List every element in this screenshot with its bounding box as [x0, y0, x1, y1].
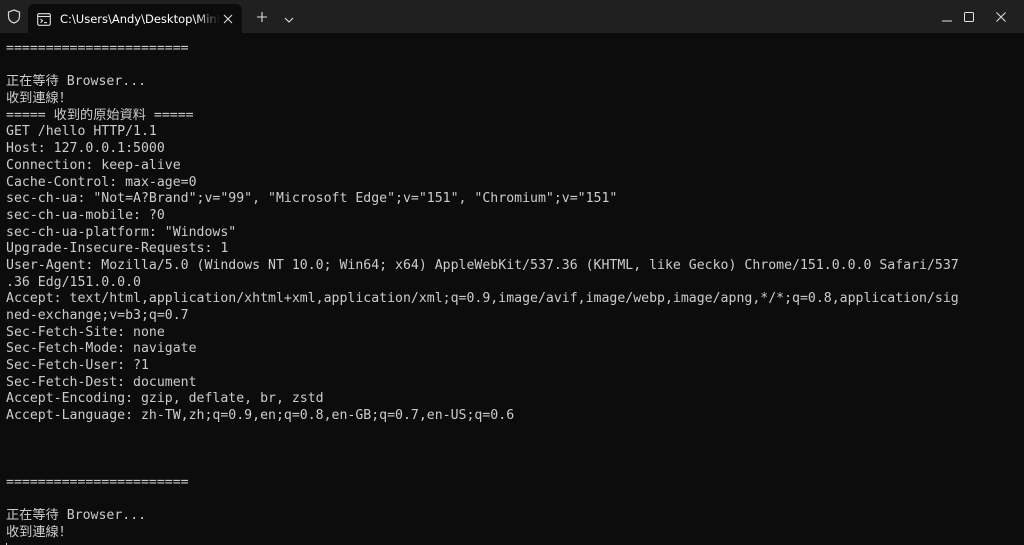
terminal-line: 收到連線！: [6, 91, 72, 107]
tab-title: C:\Users\Andy\Desktop\MiniWebServer: [60, 10, 220, 28]
terminal-line: .36 Edg/151.0.0.0: [6, 274, 141, 290]
terminal-line: =======================: [6, 474, 189, 490]
terminal-line: Sec-Fetch-User: ?1: [6, 358, 149, 374]
terminal-line: Connection: keep-alive: [6, 157, 181, 173]
plus-icon: [256, 8, 268, 27]
terminal-line: GET /hello HTTP/1.1: [6, 124, 157, 140]
terminal-icon: [36, 11, 52, 27]
terminal-line: sec-ch-ua: "Not=A?Brand";v="99", "Micros…: [6, 191, 618, 207]
terminal-lines: ======================= 正在等待 Browser... 收到…: [6, 41, 1020, 545]
close-icon: [996, 7, 1006, 26]
terminal-line: Sec-Fetch-Mode: navigate: [6, 341, 197, 357]
terminal-line: ===== 收到的原始資料 =====: [6, 107, 194, 123]
terminal-line: sec-ch-ua-platform: "Windows": [6, 224, 237, 240]
terminal-line: 正在等待 Browser...: [6, 74, 147, 90]
chevron-down-icon: [284, 8, 294, 27]
terminal-line: Host: 127.0.0.1:5000: [6, 141, 165, 157]
terminal-line: Accept-Language: zh-TW,zh;q=0.9,en;q=0.8…: [6, 408, 515, 424]
profile-dropdown-button[interactable]: [278, 6, 300, 28]
terminal-line: ned-exchange;v=b3;q=0.7: [6, 308, 189, 323]
terminal-line: Accept-Encoding: gzip, deflate, br, zstd: [6, 391, 324, 407]
terminal-line: Upgrade-Insecure-Requests: 1: [6, 241, 229, 257]
close-icon[interactable]: [218, 9, 238, 29]
terminal-line: User-Agent: Mozilla/5.0 (Windows NT 10.0…: [6, 257, 959, 273]
title-bar: C:\Users\Andy\Desktop\MiniWebServer: [0, 0, 1024, 33]
terminal-line: Sec-Fetch-Site: none: [6, 324, 165, 340]
terminal-line: 正在等待 Browser...: [6, 508, 147, 524]
close-window-button[interactable]: [978, 0, 1024, 33]
terminal-line: Sec-Fetch-Dest: document: [6, 374, 197, 390]
new-tab-button[interactable]: [250, 6, 274, 28]
terminal-line: sec-ch-ua-mobile: ?0: [6, 207, 165, 223]
terminal-line: Cache-Control: max-age=0: [6, 174, 197, 190]
terminal-line: =======================: [6, 41, 189, 56]
maximize-icon: [964, 7, 974, 26]
shield-icon[interactable]: [0, 0, 28, 33]
terminal-line: 收到連線！: [6, 524, 72, 540]
terminal-output[interactable]: ======================= 正在等待 Browser... 收到…: [0, 33, 1024, 545]
terminal-line: Accept: text/html,application/xhtml+xml,…: [6, 291, 959, 307]
tab-terminal[interactable]: C:\Users\Andy\Desktop\MiniWebServer: [28, 4, 242, 33]
